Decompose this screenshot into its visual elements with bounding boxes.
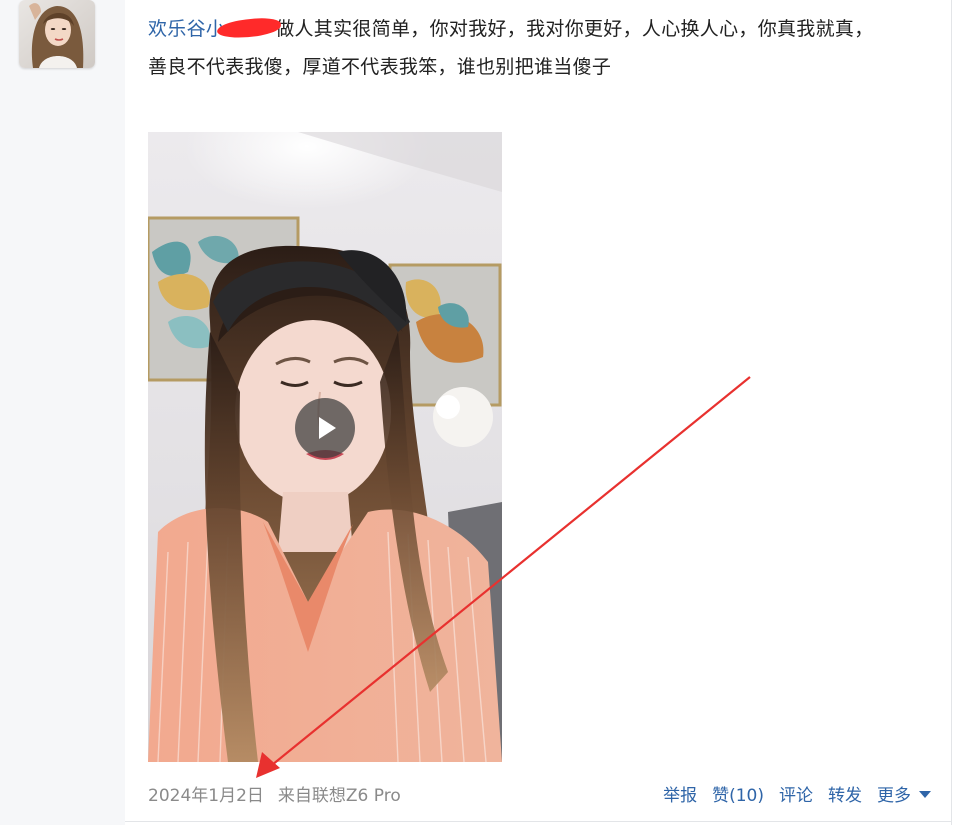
post-card: 欢乐谷小 做人其实很简单，你对我好，我对你更好，人心换人心，你真我就真， 善良不代… — [0, 0, 954, 825]
redaction-mark — [216, 16, 282, 40]
post-actions: 举报 赞(10) 评论 转发 更多 — [663, 784, 931, 808]
play-button[interactable] — [295, 398, 355, 458]
divider — [125, 821, 952, 822]
chevron-down-icon — [919, 791, 931, 798]
post-text-line2: 善良不代表我傻，厚道不代表我笨，谁也别把谁当傻子 — [148, 56, 612, 78]
username-link[interactable]: 欢乐谷小 — [148, 18, 225, 40]
report-button[interactable]: 举报 — [663, 784, 697, 808]
play-icon — [319, 417, 336, 439]
repost-button[interactable]: 转发 — [828, 784, 862, 808]
left-gutter — [0, 0, 125, 825]
more-button[interactable]: 更多 — [877, 784, 931, 808]
post-text: 欢乐谷小 做人其实很简单，你对我好，我对你更好，人心换人心，你真我就真， 善良不代… — [148, 10, 938, 86]
like-button[interactable]: 赞(10) — [712, 784, 764, 808]
post-meta: 2024年1月2日 来自联想Z6 Pro — [148, 784, 401, 808]
post-source[interactable]: 来自联想Z6 Pro — [278, 786, 401, 806]
comment-button[interactable]: 评论 — [779, 784, 813, 808]
avatar[interactable] — [19, 0, 95, 68]
post-date[interactable]: 2024年1月2日 — [148, 786, 264, 806]
more-label: 更多 — [877, 786, 911, 806]
video-thumbnail[interactable] — [148, 132, 502, 762]
divider — [951, 0, 952, 825]
post-text-line1: 做人其实很简单，你对我好，我对你更好，人心换人心，你真我就真， — [275, 18, 874, 40]
